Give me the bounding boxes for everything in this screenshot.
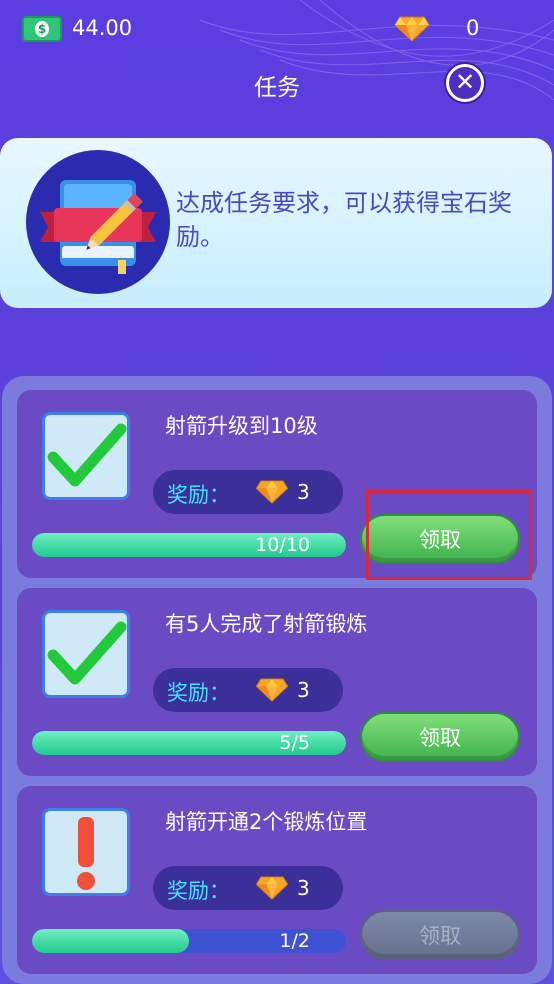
reward-pill: 奖励： 3	[153, 866, 343, 910]
reward-pill: 奖励： 3	[153, 470, 343, 514]
gem-icon	[394, 16, 430, 42]
reward-quantity: 3	[297, 480, 310, 504]
task-card: 射箭开通2个锻炼位置 奖励： 3 1/2 领取	[17, 786, 537, 974]
info-panel: 达成任务要求，可以获得宝石奖励。	[0, 138, 552, 308]
reward-label: 奖励：	[167, 483, 230, 507]
progress-text: 1/2	[279, 930, 310, 952]
task-name: 有5人完成了射箭锻炼	[165, 612, 368, 636]
reward-pill: 奖励： 3	[153, 668, 343, 712]
task-name: 射箭开通2个锻炼位置	[165, 810, 368, 834]
highlight-box	[366, 490, 532, 580]
checkmark-icon	[42, 610, 130, 698]
money-value: 44.00	[72, 16, 133, 40]
claim-button[interactable]: 领取	[360, 712, 520, 762]
gem-icon	[255, 678, 289, 702]
info-text: 达成任务要求，可以获得宝石奖励。	[176, 189, 512, 251]
progress-bar: 1/2	[32, 929, 346, 953]
exclamation-icon	[42, 808, 130, 896]
checkmark-icon	[42, 412, 130, 500]
progress-bar: 10/10	[32, 533, 346, 557]
gem-icon	[255, 480, 289, 504]
claim-button-disabled[interactable]: 领取	[360, 910, 520, 960]
reward-quantity: 3	[297, 876, 310, 900]
book-pencil-illustration	[40, 180, 156, 274]
progress-bar: 5/5	[32, 731, 346, 755]
task-card: 有5人完成了射箭锻炼 奖励： 3 5/5 领取	[17, 588, 537, 776]
reward-label: 奖励：	[167, 681, 230, 705]
gem-icon	[255, 876, 289, 900]
task-name: 射箭升级到10级	[165, 414, 318, 438]
reward-label: 奖励：	[167, 879, 230, 903]
reward-quantity: 3	[297, 678, 310, 702]
book-pencil-icon	[26, 150, 170, 294]
progress-text: 10/10	[255, 534, 310, 556]
gem-count: 0	[466, 16, 480, 40]
progress-text: 5/5	[279, 732, 310, 754]
close-button[interactable]: ✕	[446, 64, 484, 102]
money-icon: $	[22, 16, 62, 42]
